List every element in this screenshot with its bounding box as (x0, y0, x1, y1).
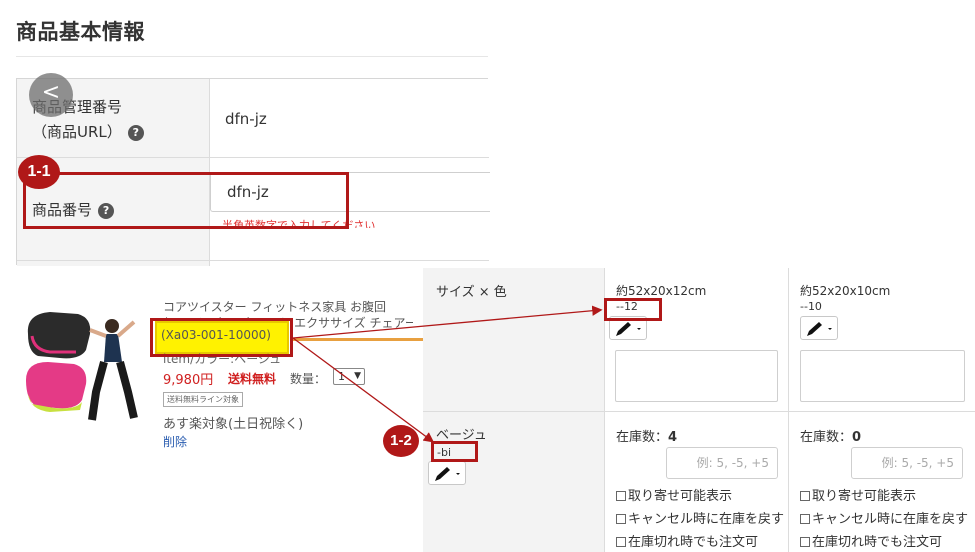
arrow-to-row (292, 337, 435, 443)
annotation-arrows (292, 305, 603, 443)
arrow-to-column (292, 305, 603, 339)
